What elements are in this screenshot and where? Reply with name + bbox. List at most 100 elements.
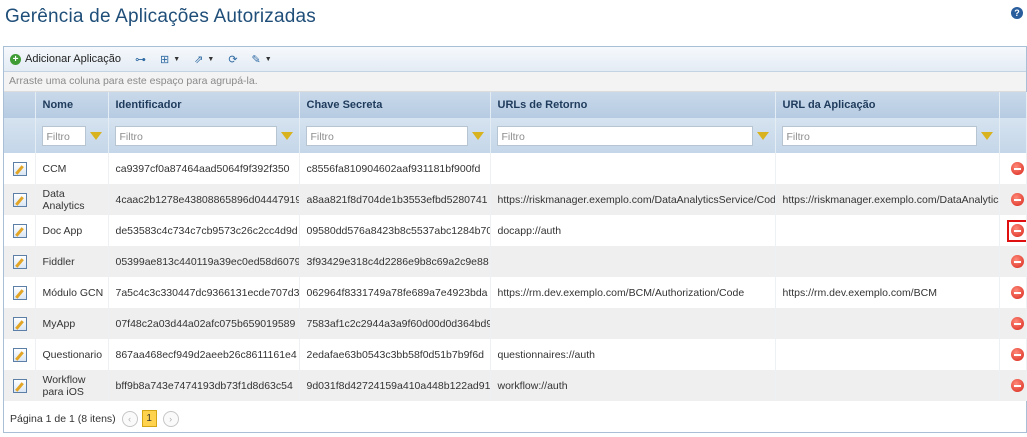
header-delete: [999, 92, 1027, 118]
cell-url-aplicacao: [775, 153, 1000, 184]
next-page-button[interactable]: ›: [162, 410, 179, 427]
cell-url-aplicacao: [775, 308, 1000, 339]
cell-urls-retorno: [490, 246, 776, 277]
delete-row-icon[interactable]: [1011, 162, 1024, 175]
chevron-down-icon: ▼: [173, 55, 181, 63]
add-icon: +: [10, 53, 21, 65]
current-page-button[interactable]: 1: [141, 410, 157, 427]
cell-nome: Workflow para iOS: [35, 370, 109, 401]
filter-identificador-input[interactable]: Filtro: [114, 125, 277, 146]
filter-icon[interactable]: [756, 131, 769, 140]
cell-nome: Data Analytics: [35, 184, 109, 215]
edit-row-icon[interactable]: [13, 192, 27, 207]
cell-urls-retorno: questionnaires://auth: [490, 339, 776, 370]
refresh-button[interactable]: ⟳: [228, 53, 237, 66]
cell-urls-retorno: https://riskmanager.exemplo.com/DataAnal…: [490, 184, 776, 215]
cell-nome: Questionario: [35, 339, 109, 370]
help-icon[interactable]: ?: [1011, 7, 1023, 19]
header-url-aplicacao[interactable]: URL da Aplicação: [775, 92, 1000, 118]
pager-summary: Página 1 de 1 (8 itens): [10, 412, 116, 425]
cell-chave: 7583af1c2c2944a3a9f60d00d0d364bd9: [299, 308, 491, 339]
delete-highlight: [1006, 219, 1025, 242]
cell-url-aplicacao: [775, 215, 1000, 246]
header-chave-secreta[interactable]: Chave Secreta: [299, 92, 491, 118]
export-menu-button[interactable]: ⇗ ▼: [194, 53, 214, 66]
cell-identificador: bff9b8a743e7474193db73f1d8d63c54: [108, 370, 300, 401]
filter-urls-retorno-input[interactable]: Filtro: [496, 125, 753, 146]
delete-row-icon[interactable]: [1011, 255, 1024, 268]
cell-urls-retorno: https://rm.dev.exemplo.com/BCM/Authoriza…: [490, 277, 776, 308]
edit-row-icon[interactable]: [13, 378, 27, 393]
cell-identificador: 4caac2b1278e43808865896d04447919: [108, 184, 300, 215]
cell-chave: 062964f8331749a78fe689a7e4923bda: [299, 277, 491, 308]
header-edit: [4, 92, 36, 118]
cell-nome: CCM: [35, 153, 109, 184]
toolbar: + Adicionar Aplicação ⊶ ⊞ ▼ ⇗ ▼ ⟳ ✎ ▼: [4, 47, 1026, 72]
cell-url-aplicacao: [775, 370, 1000, 401]
edit-row-icon[interactable]: [13, 223, 27, 238]
filter-icon[interactable]: [980, 131, 993, 140]
header-nome[interactable]: Nome: [35, 92, 109, 118]
columns-icon: ⊞: [160, 53, 170, 66]
table-row: CCM ca9397cf0a87464aad5064f9f392f350 c85…: [4, 153, 1027, 184]
delete-row-icon[interactable]: [1011, 224, 1024, 237]
pager: Página 1 de 1 (8 itens) ‹ 1 ›: [4, 405, 1026, 432]
delete-row-icon[interactable]: [1011, 317, 1024, 330]
delete-row-icon[interactable]: [1011, 379, 1024, 392]
cell-chave: c8556fa810904602aaf931181bf900fd: [299, 153, 491, 184]
applications-grid: + Adicionar Aplicação ⊶ ⊞ ▼ ⇗ ▼ ⟳ ✎ ▼ Ar…: [3, 46, 1027, 433]
add-application-label: Adicionar Aplicação: [25, 53, 122, 65]
cell-nome: Módulo GCN: [35, 277, 109, 308]
filter-url-aplicacao-input[interactable]: Filtro: [781, 125, 977, 146]
chevron-down-icon: ▼: [264, 55, 272, 63]
export-icon: ⇗: [194, 53, 204, 66]
cell-url-aplicacao: [775, 246, 1000, 277]
hierarchy-button[interactable]: ⊶: [135, 53, 146, 66]
add-application-button[interactable]: + Adicionar Aplicação: [10, 53, 121, 65]
edit-row-icon[interactable]: [13, 161, 27, 176]
table-row: Data Analytics 4caac2b1278e43808865896d0…: [4, 184, 1027, 215]
cell-identificador: 05399ae813c440119a39ec0ed58d6079: [108, 246, 300, 277]
edit-row-icon[interactable]: [13, 347, 27, 362]
cell-chave: 2edafae63b0543c3bb58f0d51b7b9f6d: [299, 339, 491, 370]
chevron-down-icon: ▼: [207, 55, 215, 63]
filter-icon[interactable]: [89, 131, 102, 140]
edit-row-icon[interactable]: [13, 285, 27, 300]
cell-nome: Doc App: [35, 215, 109, 246]
columns-menu-button[interactable]: ⊞ ▼: [160, 53, 180, 66]
edit-icon: ✎: [251, 53, 261, 66]
cell-identificador: 07f48c2a03d44a02afc075b659019589: [108, 308, 300, 339]
cell-urls-retorno: docapp://auth: [490, 215, 776, 246]
filter-row: Filtro Filtro Filtro Filtro Filtro: [4, 118, 1027, 153]
filter-nome-input[interactable]: Filtro: [41, 125, 86, 146]
cell-chave: 9d031f8d42724159a410a448b122ad91: [299, 370, 491, 401]
table-row: Fiddler 05399ae813c440119a39ec0ed58d6079…: [4, 246, 1027, 277]
cell-identificador: 7a5c4c3c330447dc9366131ecde707d3: [108, 277, 300, 308]
filter-icon[interactable]: [471, 131, 484, 140]
header-urls-retorno[interactable]: URLs de Retorno: [490, 92, 776, 118]
refresh-icon: ⟳: [228, 53, 238, 66]
table-row: Módulo GCN 7a5c4c3c330447dc9366131ecde70…: [4, 277, 1027, 308]
filter-icon[interactable]: [280, 131, 293, 140]
delete-row-icon[interactable]: [1011, 286, 1024, 299]
cell-chave: 3f93429e318c4d2286e9b8c69a2c9e88: [299, 246, 491, 277]
header-identificador[interactable]: Identificador: [108, 92, 300, 118]
delete-row-icon[interactable]: [1011, 193, 1024, 206]
delete-row-icon[interactable]: [1011, 348, 1024, 361]
cell-chave: 09580dd576a8423b8c5537abc1284b70: [299, 215, 491, 246]
edit-row-icon[interactable]: [13, 316, 27, 331]
prev-page-button[interactable]: ‹: [121, 410, 138, 427]
group-by-bar[interactable]: Arraste uma coluna para este espaço para…: [4, 72, 1026, 92]
cell-url-aplicacao: https://rm.dev.exemplo.com/BCM: [775, 277, 1000, 308]
filter-chave-input[interactable]: Filtro: [305, 125, 468, 146]
applications-table: Nome Identificador Chave Secreta URLs de…: [4, 92, 1027, 401]
edit-row-icon[interactable]: [13, 254, 27, 269]
cell-identificador: de53583c4c734c7cb9573c26c2cc4d9d: [108, 215, 300, 246]
table-row: Questionario 867aa468ecf949d2aeeb26c8611…: [4, 339, 1027, 370]
edit-menu-button[interactable]: ✎ ▼: [252, 53, 272, 66]
hierarchy-icon: ⊶: [135, 53, 147, 66]
cell-nome: Fiddler: [35, 246, 109, 277]
table-row: Doc App de53583c4c734c7cb9573c26c2cc4d9d…: [4, 215, 1027, 246]
header-row: Nome Identificador Chave Secreta URLs de…: [4, 92, 1027, 118]
cell-identificador: ca9397cf0a87464aad5064f9f392f350: [108, 153, 300, 184]
